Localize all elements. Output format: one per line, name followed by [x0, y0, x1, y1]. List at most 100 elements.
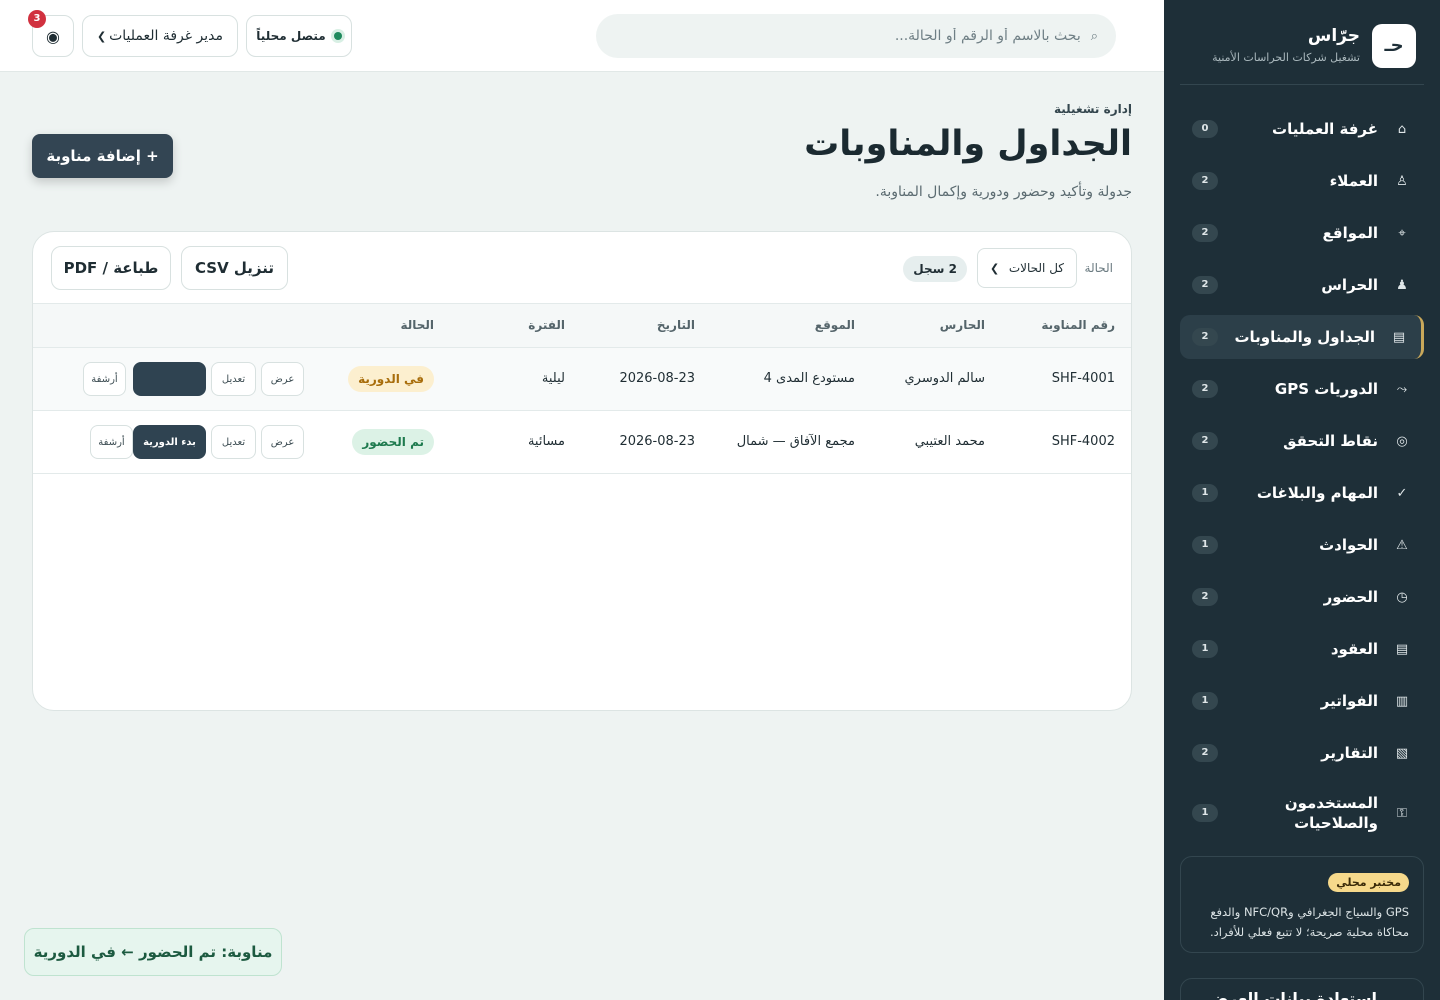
brand-subtitle: تشغيل شركات الحراسات الأمنية	[1212, 51, 1360, 64]
sidebar-item-count: 2	[1192, 172, 1218, 190]
column-header-date[interactable]: التاريخ	[657, 318, 695, 332]
sidebar-item-schedules[interactable]: ▤ الجداول والمناوبات 2	[1180, 315, 1424, 359]
print-pdf-button[interactable]: طباعة / PDF	[51, 246, 171, 290]
sidebar-item-count: 2	[1192, 588, 1218, 606]
online-dot-icon	[333, 32, 342, 40]
column-header-shift[interactable]: الفترة	[528, 318, 565, 332]
cell-site: مجمع الآفاق — شمال	[736, 434, 855, 449]
restore-demo-data-button[interactable]: استعادة بيانات العرض	[1180, 978, 1424, 1000]
column-header-guard[interactable]: الحارس	[940, 318, 985, 332]
lab-badge: مختبر محلي	[1328, 873, 1409, 892]
brand-name: جرّاس	[1307, 26, 1360, 46]
sidebar-item-operations-room[interactable]: ⌂ غرفة العمليات 0	[1180, 107, 1424, 151]
column-header-site[interactable]: الموقع	[815, 318, 855, 332]
check-icon: ✓	[1396, 485, 1408, 501]
report-icon: ▧	[1395, 745, 1409, 761]
clients-icon: ♙	[1396, 173, 1408, 189]
sidebar-item-label: الدوريات GPS	[1274, 380, 1378, 398]
sidebar-item-count: 2	[1192, 380, 1218, 398]
view-button[interactable]: عرض	[261, 362, 304, 396]
sidebar-item-count: 1	[1192, 804, 1218, 822]
sidebar-item-label: الحوادث	[1319, 536, 1378, 554]
checkpoint-icon: ◎	[1396, 433, 1408, 449]
sidebar-item-invoices[interactable]: ▥ الفواتير 1	[1180, 679, 1424, 723]
guard-icon: ♟	[1396, 277, 1408, 293]
sidebar-item-count: 2	[1192, 224, 1218, 242]
contrast-icon: ◉	[46, 26, 60, 46]
sidebar-item-tasks[interactable]: ✓ المهام والبلاغات 1	[1180, 471, 1424, 515]
role-select-value: مدير غرفة العمليات	[109, 28, 223, 44]
status-filter-value: كل الحالات	[1008, 261, 1064, 275]
search-bar[interactable]: ⌕	[596, 14, 1116, 58]
sidebar-item-contracts[interactable]: ▤ العقود 1	[1180, 627, 1424, 671]
cell-shift: ليلية	[541, 371, 565, 386]
status-filter-label: الحالة	[1084, 261, 1113, 275]
cell-shift: مسائية	[527, 434, 565, 449]
warning-icon: ⚠	[1396, 537, 1408, 553]
location-icon: ⌖	[1398, 225, 1406, 241]
sidebar-item-attendance[interactable]: ◷ الحضور 2	[1180, 575, 1424, 619]
lab-description: GPS والسياج الجغرافي وNFC/QR والدفع محاك…	[1195, 902, 1409, 942]
sidebar: حـ جرّاس تشغيل شركات الحراسات الأمنية ⌂ …	[1164, 0, 1440, 1000]
sidebar-item-count: 2	[1192, 744, 1218, 762]
sidebar-item-label: العملاء	[1329, 172, 1378, 190]
route-icon: ⤳	[1396, 381, 1408, 397]
archive-button[interactable]: أرشفة	[83, 362, 126, 396]
edit-button[interactable]: تعديل	[211, 362, 256, 396]
sidebar-item-incidents[interactable]: ⚠ الحوادث 1	[1180, 523, 1424, 567]
sidebar-item-guards[interactable]: ♟ الحراس 2	[1180, 263, 1424, 307]
record-count-badge: 2 سجل	[903, 256, 967, 282]
edit-button[interactable]: تعديل	[211, 425, 256, 459]
home-icon: ⌂	[1397, 121, 1407, 137]
table-toolbar: الحالة كل الحالات ❯ 2 سجل تنزيل CSV طباع…	[33, 232, 1131, 304]
page-subtitle: جدولة وتأكيد وحضور ودورية وإكمال المناوب…	[875, 184, 1132, 200]
connection-status: متصل محلياً	[246, 15, 352, 57]
sidebar-divider	[1180, 84, 1424, 85]
sidebar-item-clients[interactable]: ♙ العملاء 2	[1180, 159, 1424, 203]
status-toast: مناوبة: تم الحضور ← في الدورية	[24, 928, 282, 976]
sidebar-item-sites[interactable]: ⌖ المواقع 2	[1180, 211, 1424, 255]
column-header-status[interactable]: الحالة	[400, 318, 434, 332]
lab-line: محاكاة محلية صريحة؛ لا تتبع فعلي للأفراد…	[1209, 925, 1409, 939]
download-csv-button[interactable]: تنزيل CSV	[181, 246, 288, 290]
chevron-down-icon: ❯	[97, 29, 107, 43]
search-input[interactable]	[614, 28, 1081, 44]
sidebar-item-count: 2	[1192, 432, 1218, 450]
sidebar-item-users-permissions[interactable]: ⚿ المستخدمون والصلاحيات 1	[1180, 783, 1424, 843]
sidebar-item-count: 1	[1192, 640, 1218, 658]
sidebar-item-label: التقارير	[1321, 744, 1378, 762]
role-select[interactable]: مدير غرفة العمليات ❯	[82, 15, 238, 57]
sidebar-item-label: المستخدمون والصلاحيات	[1284, 794, 1378, 832]
sidebar-item-label: غرفة العمليات	[1272, 120, 1378, 138]
sidebar-item-gps-patrols[interactable]: ⤳ الدوريات GPS 2	[1180, 367, 1424, 411]
cell-date: 2026-08-23	[619, 371, 695, 386]
cell-shift-id: SHF-4001	[1051, 371, 1115, 386]
status-badge: في الدورية	[348, 366, 434, 392]
contract-icon: ▤	[1395, 641, 1409, 657]
sidebar-item-label: المواقع	[1322, 224, 1378, 242]
page-title: الجداول والمناوبات	[804, 124, 1132, 164]
cell-shift-id: SHF-4002	[1051, 434, 1115, 449]
status-badge: تم الحضور	[352, 429, 434, 455]
chevron-down-icon: ❯	[990, 261, 1000, 275]
column-header-shift-id[interactable]: رقم المناوبة	[1041, 318, 1115, 332]
lab-line: GPS والسياج الجغرافي وNFC/QR والدفع	[1210, 905, 1409, 919]
view-button[interactable]: عرض	[261, 425, 304, 459]
sidebar-nav: ⌂ غرفة العمليات 0 ♙ العملاء 2 ⌖ المواقع …	[1180, 107, 1424, 851]
sidebar-item-count: 1	[1192, 692, 1218, 710]
archive-button[interactable]: أرشفة	[90, 425, 133, 459]
notification-badge[interactable]: 3	[28, 10, 46, 28]
table-row: SHF-4001 سالم الدوسري مستودع المدى 4 202…	[33, 348, 1131, 411]
add-shift-button[interactable]: + إضافة مناوبة	[32, 134, 173, 178]
sidebar-item-checkpoints[interactable]: ◎ نقاط التحقق 2	[1180, 419, 1424, 463]
start-patrol-button[interactable]: بدء الدورية	[133, 425, 206, 459]
invoice-icon: ▥	[1395, 693, 1409, 709]
status-filter-select[interactable]: كل الحالات ❯	[977, 248, 1077, 288]
sidebar-item-label: الحراس	[1321, 276, 1378, 294]
sidebar-item-count: 1	[1192, 536, 1218, 554]
cell-guard: محمد العتيبي	[914, 434, 985, 449]
schedule-icon: ▤	[1392, 329, 1406, 345]
action-button[interactable]	[133, 362, 206, 396]
sidebar-item-reports[interactable]: ▧ التقارير 2	[1180, 731, 1424, 775]
sidebar-item-label: الفواتير	[1320, 692, 1378, 710]
